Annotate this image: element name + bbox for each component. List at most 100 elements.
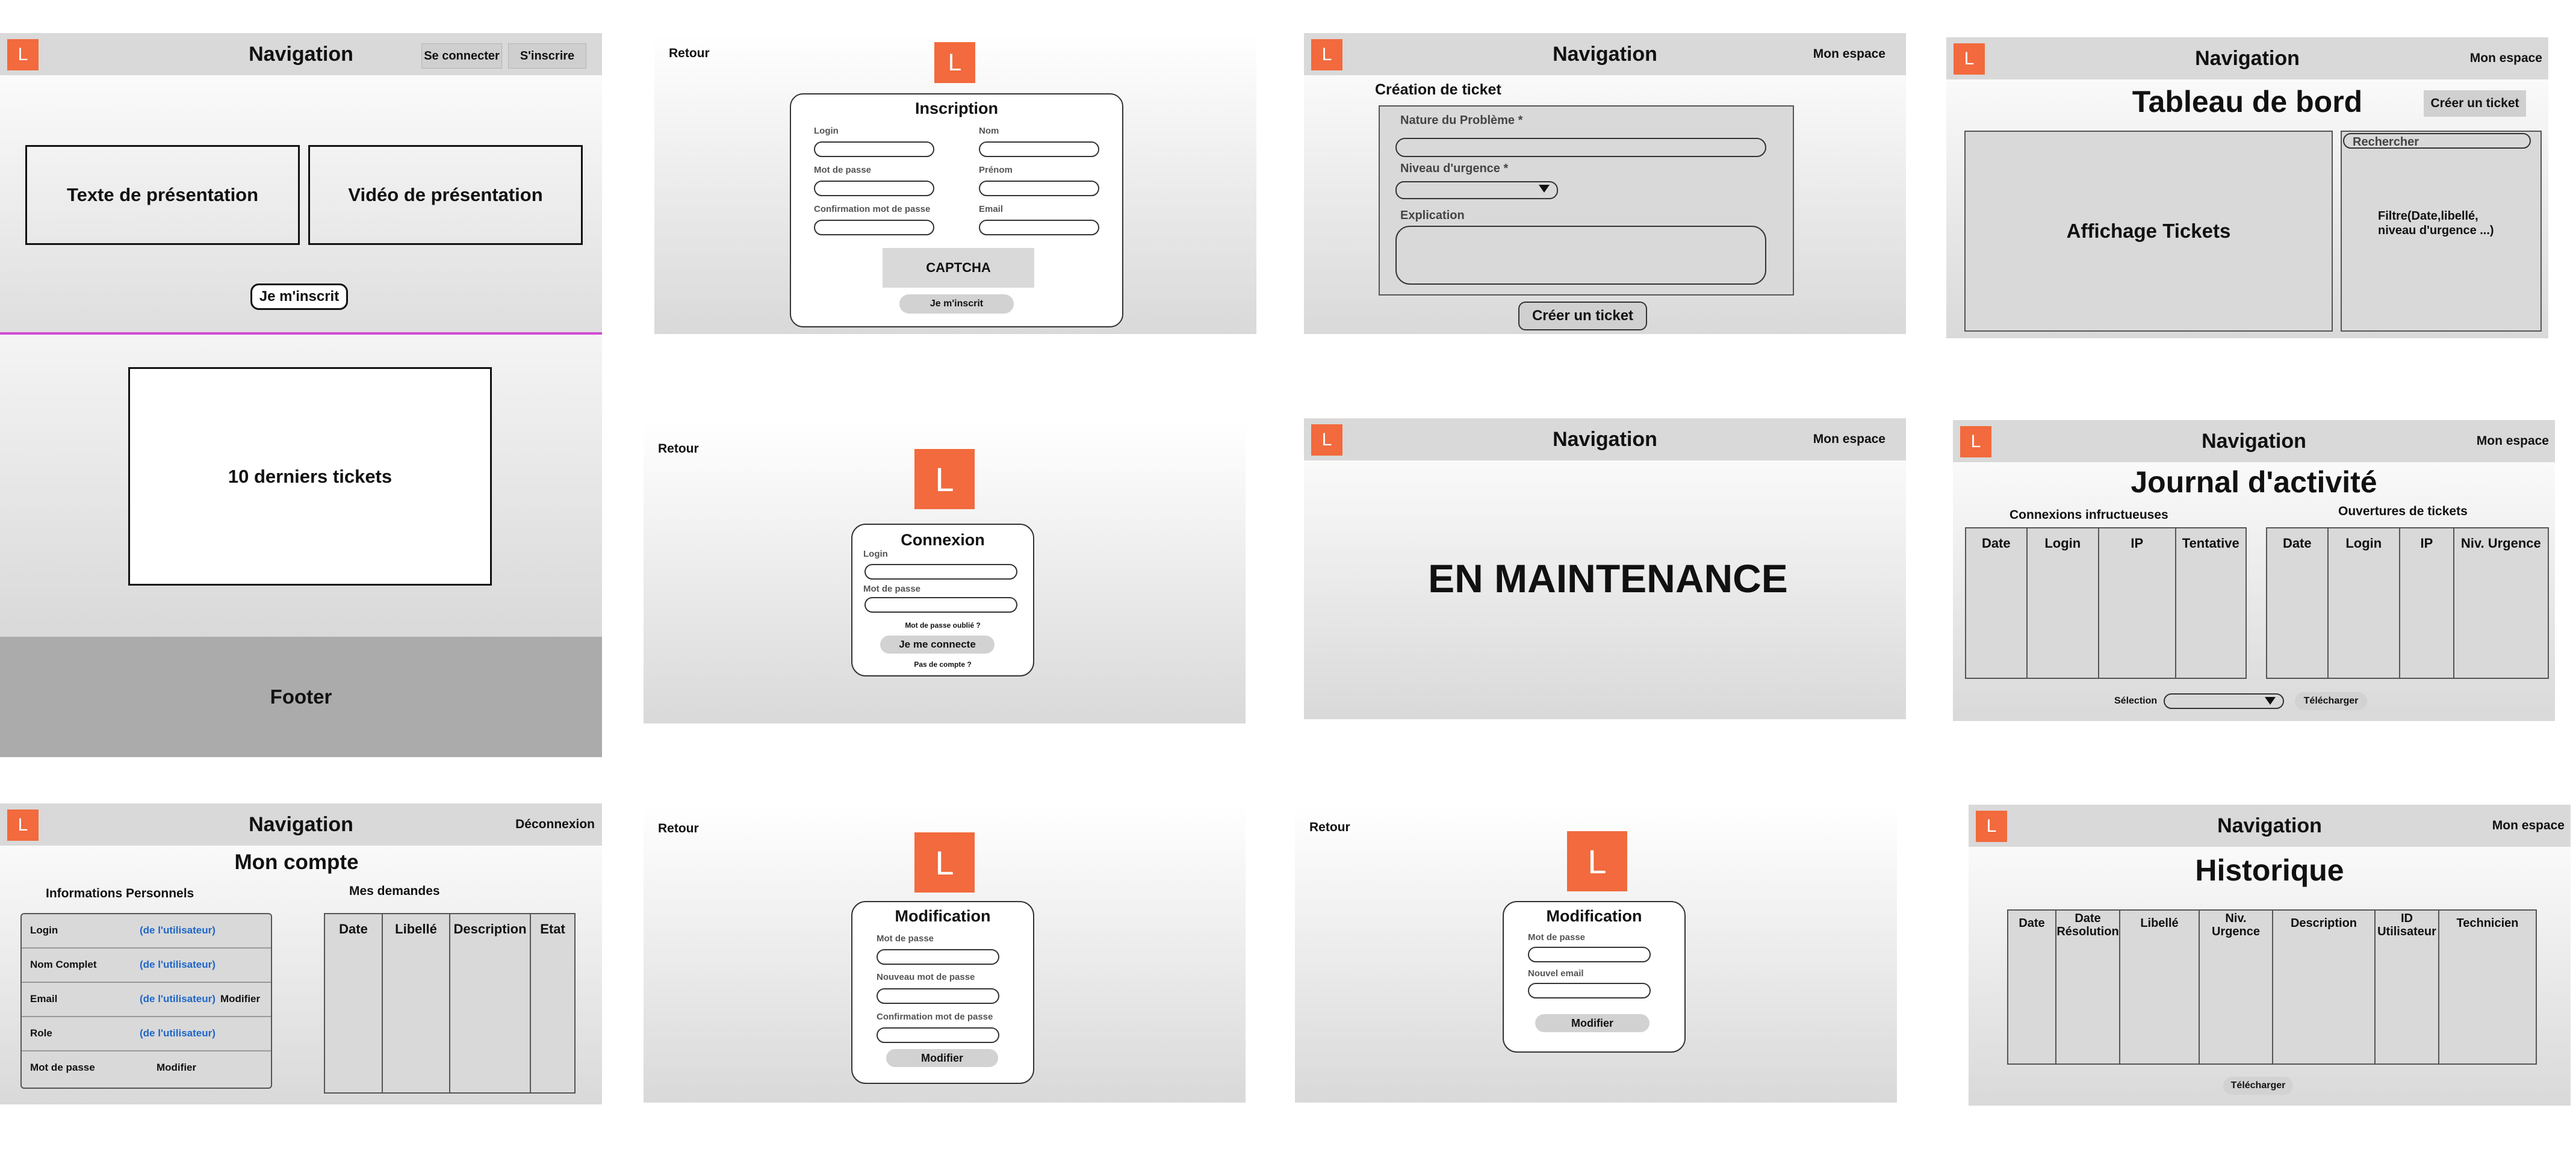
my-space-link[interactable]: Mon espace <box>2470 37 2542 79</box>
home-nav-bar: L Navigation Se connecter S'inscrire <box>0 33 602 75</box>
current-password-field[interactable] <box>877 949 999 965</box>
filter-panel: Rechercher Filtre(Date,libellé, niveau d… <box>2341 131 2542 332</box>
login-submit-button[interactable]: Je me connecte <box>880 636 995 654</box>
column-header: Description <box>2273 911 2376 1063</box>
signup-submit-button[interactable]: Je m'inscrit <box>899 294 1014 314</box>
signup-form: Inscription Login Mot de passe Confirmat… <box>790 93 1123 327</box>
ticket-openings-title: Ouvertures de tickets <box>2338 504 2468 518</box>
info-row-email: Email (de l'utilisateur) Modifier <box>22 983 271 1017</box>
info-label: Nom Complet <box>30 959 97 970</box>
nature-field[interactable] <box>1395 138 1766 157</box>
info-row-login: Login (de l'utilisateur) <box>22 914 271 949</box>
tickets-display-panel: Affichage Tickets <box>1964 131 2333 332</box>
dashboard-page: L Navigation Mon espace Tableau de bord … <box>1946 37 2548 338</box>
login-button[interactable]: Se connecter <box>421 43 502 69</box>
edit-email-link[interactable]: Modifier <box>220 993 260 1005</box>
confirm-password-field[interactable] <box>877 1027 999 1043</box>
change-password-submit[interactable]: Modifier <box>886 1049 998 1067</box>
create-ticket-heading: Création de ticket <box>1375 81 1501 98</box>
column-header: Libellé <box>383 914 450 1092</box>
current-password-label: Mot de passe <box>877 933 934 944</box>
filter-text[interactable]: Filtre(Date,libellé, niveau d'urgence ..… <box>2378 209 2516 238</box>
info-value: (de l'utilisateur) <box>140 959 216 970</box>
back-link[interactable]: Retour <box>669 46 710 61</box>
column-header: Date <box>2008 911 2056 1063</box>
new-email-field[interactable] <box>1528 983 1651 998</box>
nav-bar: L Navigation Mon espace <box>1969 805 2571 847</box>
back-link[interactable]: Retour <box>658 442 699 456</box>
personal-info-table: Login (de l'utilisateur) Nom Complet (de… <box>20 913 272 1089</box>
create-ticket-button[interactable]: Créer un ticket <box>1518 302 1647 330</box>
history-table: Date Date Résolution Libellé Niv. Urgenc… <box>2007 909 2537 1065</box>
column-header: Technicien <box>2456 917 2519 930</box>
info-label: Login <box>30 924 58 936</box>
signup-button[interactable]: S'inscrire <box>508 43 586 69</box>
back-link[interactable]: Retour <box>658 822 699 836</box>
column-header: Description <box>450 914 531 1092</box>
logout-link[interactable]: Déconnexion <box>515 803 595 846</box>
create-ticket-button[interactable]: Créer un ticket <box>2424 90 2526 117</box>
selection-dropdown[interactable] <box>2164 693 2284 709</box>
change-email-submit[interactable]: Modifier <box>1535 1014 1650 1032</box>
form-title: Modification <box>895 907 991 925</box>
forgot-password-link[interactable]: Mot de passe oublié ? <box>852 621 1033 630</box>
my-space-link[interactable]: Mon espace <box>2477 420 2549 462</box>
captcha-box[interactable]: CAPTCHA <box>883 248 1034 288</box>
logo[interactable]: L <box>914 449 975 509</box>
logo[interactable]: L <box>1567 831 1627 891</box>
nav-bar: L Navigation Déconnexion <box>0 803 602 846</box>
column-header: Tentative <box>2182 536 2239 551</box>
presentation-video-box[interactable]: Vidéo de présentation <box>308 145 583 245</box>
info-row-password: Mot de passe Modifier <box>22 1051 271 1085</box>
search-input[interactable]: Rechercher <box>2343 133 2531 149</box>
explanation-field[interactable] <box>1395 226 1766 285</box>
firstname-field[interactable] <box>979 181 1099 196</box>
column-header: Date <box>2267 528 2329 678</box>
email-field[interactable] <box>979 220 1099 235</box>
edit-password-link[interactable]: Modifier <box>157 1062 196 1074</box>
firstname-label: Prénom <box>979 165 1013 175</box>
new-email-label: Nouvel email <box>1528 968 1584 979</box>
ticket-openings-table: Date Login IP Niv. Urgence <box>2266 527 2549 679</box>
my-requests-table: Date Libellé Description Etat <box>324 913 576 1094</box>
password-field[interactable] <box>1528 947 1651 962</box>
confirm-password-label: Confirmation mot de passe <box>814 204 931 214</box>
download-button[interactable]: Télécharger <box>2295 692 2367 710</box>
explanation-label: Explication <box>1400 209 1465 222</box>
change-email-page: Retour L Modification Mot de passe Nouve… <box>1295 803 1897 1103</box>
signup-cta-button[interactable]: Je m'inscrit <box>250 283 348 310</box>
info-value: (de l'utilisateur) <box>140 924 216 936</box>
lastname-field[interactable] <box>979 141 1099 157</box>
my-space-link[interactable]: Mon espace <box>2492 805 2565 847</box>
column-header: Date <box>1966 528 2028 678</box>
logo[interactable]: L <box>934 42 975 83</box>
column-header: Date <box>325 914 383 1092</box>
tickets-display-label: Affichage Tickets <box>2066 220 2231 242</box>
failed-logins-title: Connexions infructueuses <box>2010 508 2168 522</box>
maintenance-message: EN MAINTENANCE <box>1428 556 1788 601</box>
confirm-password-label: Confirmation mot de passe <box>877 1012 993 1022</box>
my-space-link[interactable]: Mon espace <box>1813 418 1885 460</box>
history-title: Historique <box>2195 853 2344 887</box>
info-row-fullname: Nom Complet (de l'utilisateur) <box>22 949 271 983</box>
login-page: Retour L Connexion Login Mot de passe Mo… <box>644 421 1246 723</box>
change-email-form: Modification Mot de passe Nouvel email M… <box>1503 901 1686 1053</box>
urgency-select[interactable] <box>1395 181 1558 199</box>
no-account-link[interactable]: Pas de compte ? <box>852 660 1033 669</box>
info-value: (de l'utilisateur) <box>140 1027 216 1039</box>
download-button[interactable]: Télécharger <box>2223 1077 2293 1095</box>
column-header: Niv. Urgence <box>2200 911 2273 1063</box>
confirm-password-field[interactable] <box>814 220 934 235</box>
my-space-link[interactable]: Mon espace <box>1813 33 1885 75</box>
login-field[interactable] <box>814 141 934 157</box>
account-page: L Navigation Déconnexion Mon compte Info… <box>0 803 602 1104</box>
nav-bar: L Navigation Mon espace <box>1304 33 1906 75</box>
login-label: Login <box>814 126 839 136</box>
new-password-field[interactable] <box>877 988 999 1004</box>
password-field[interactable] <box>864 597 1017 613</box>
password-field[interactable] <box>814 181 934 196</box>
logo[interactable]: L <box>914 832 975 893</box>
login-field[interactable] <box>864 564 1017 580</box>
back-link[interactable]: Retour <box>1309 820 1350 835</box>
column-header: Niv. Urgence <box>2460 536 2541 551</box>
